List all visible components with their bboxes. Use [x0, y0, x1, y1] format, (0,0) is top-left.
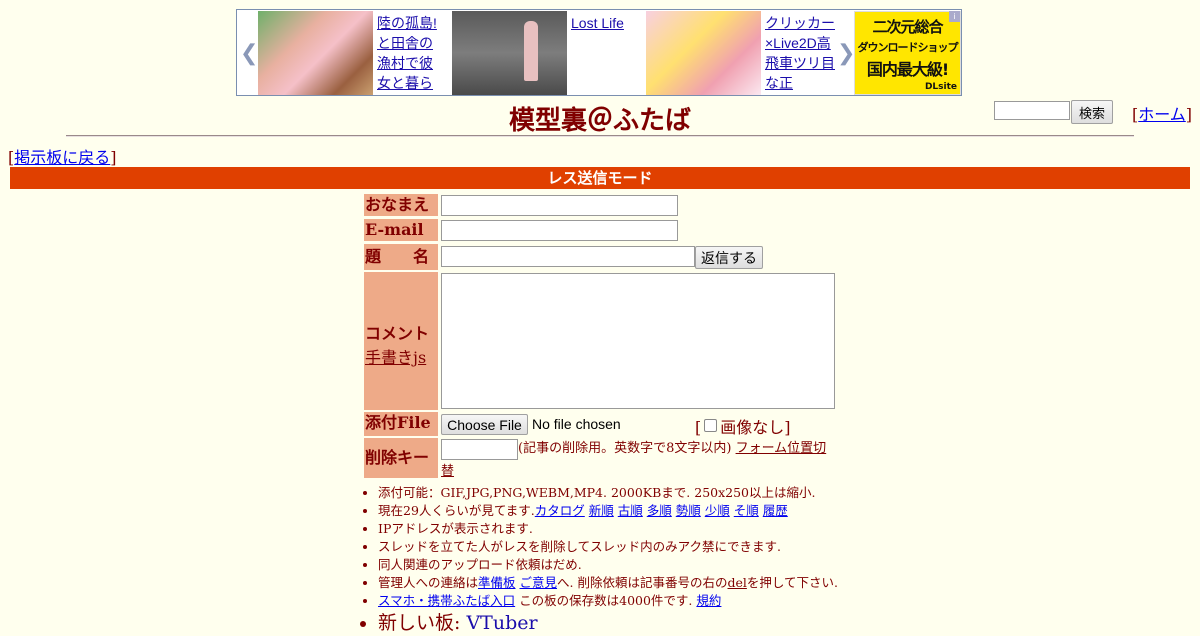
delete-key-input[interactable] [441, 439, 518, 460]
email-input[interactable] [441, 220, 678, 241]
list-item: スレッドを立てた人がレスを削除してスレッド内のみアク禁にできます. [378, 538, 838, 556]
sort-momentum-link[interactable]: 勢順 [676, 503, 701, 518]
mobile-entrance-link[interactable]: スマホ・携帯ふたば入口 [378, 593, 515, 608]
sort-so-link[interactable]: そ順 [734, 503, 759, 518]
submit-reply-button[interactable]: 返信する [695, 246, 763, 269]
no-image-checkbox[interactable] [704, 419, 718, 432]
ad-link-1[interactable]: 陸の孤島!と田舎の漁村で彼女と暮ら [377, 15, 437, 91]
back-to-board-link[interactable]: 掲示板に戻る [14, 148, 110, 167]
note-attach: 添付可能：GIF,JPG,PNG,WEBM,MP4. 2000KBまで. 250… [378, 485, 816, 500]
name-label: おなまえ [364, 194, 438, 216]
reply-mode-bar: レス送信モード [10, 167, 1190, 189]
sort-few-link[interactable]: 少順 [705, 503, 730, 518]
comment-label-cell: コメント 手書きjs [364, 272, 438, 410]
ad-link-3[interactable]: クリッカー×Live2D高飛車ツリ目な正 [765, 15, 835, 91]
subject-input[interactable] [441, 246, 695, 267]
subject-label: 題 名 [364, 244, 438, 270]
no-image-label: 画像なし [720, 418, 785, 437]
sort-old-link[interactable]: 古順 [618, 503, 643, 518]
note-thread-owner: スレッドを立てた人がレスを削除してスレッド内のみアク禁にできます. [378, 539, 781, 554]
dlsite-brand: DLsite [924, 82, 957, 92]
form-toggle-link[interactable]: フォーム位置切 [736, 441, 827, 456]
note-viewers: 現在29人くらいが見てます. [378, 503, 535, 518]
list-item: 添付可能：GIF,JPG,PNG,WEBM,MP4. 2000KBまで. 250… [378, 484, 838, 502]
name-input[interactable] [441, 195, 678, 216]
dlsite-line1: 二次元総合 [872, 18, 943, 36]
ad-info-icon[interactable]: i [949, 11, 960, 22]
sort-new-link[interactable]: 新順 [589, 503, 614, 518]
prep-board-link[interactable]: 準備板 [478, 575, 516, 590]
delete-key-label: 削除キー [364, 438, 438, 478]
catalog-link[interactable]: カタログ [535, 503, 585, 518]
ad-text-1[interactable]: 陸の孤島!と田舎の漁村で彼女と暮ら [377, 13, 443, 93]
back-nav: [掲示板に戻る] [8, 148, 117, 167]
note-contact-c: を押して下さい. [746, 575, 838, 590]
feedback-link[interactable]: ご意見 [520, 575, 558, 590]
note-del: del [727, 575, 747, 590]
handwrite-link[interactable]: 手書きjs [365, 348, 426, 367]
comment-label: コメント [365, 324, 430, 343]
list-item: 同人関連のアップロード依頼はだめ. [378, 556, 838, 574]
chevron-left-icon[interactable]: ❮ [240, 40, 258, 66]
dlsite-line2: ダウンロードショップ [857, 41, 959, 54]
choose-file-button[interactable]: Choose File [441, 414, 528, 435]
delete-key-hint: (記事の削除用。英数字で8文字以内) [518, 441, 732, 456]
email-label: E-mail [364, 219, 438, 241]
delete-key-note: (記事の削除用。英数字で8文字以内) フォーム位置切 [518, 441, 830, 457]
ad-thumbnail-2[interactable] [452, 11, 567, 95]
ad-link-2[interactable]: Lost Life [571, 15, 624, 31]
ad-thumbnail-1[interactable] [258, 11, 373, 95]
divider [66, 135, 1134, 137]
list-item: IPアドレスが表示されます. [378, 520, 838, 538]
ad-text-2[interactable]: Lost Life [571, 13, 641, 93]
list-item: 管理人への連絡は準備板 ご意見へ. 削除依頼は記事番号の右のdelを押して下さい… [378, 574, 838, 592]
note-doujin: 同人関連のアップロード依頼はだめ. [378, 557, 582, 572]
comment-textarea[interactable] [441, 273, 835, 409]
notes-list: 添付可能：GIF,JPG,PNG,WEBM,MP4. 2000KBまで. 250… [364, 484, 838, 636]
vtuber-board-link[interactable]: VTuber [466, 612, 537, 634]
no-file-text: No file chosen [532, 416, 621, 432]
chevron-right-icon[interactable]: ❯ [837, 40, 855, 66]
rules-link[interactable]: 規約 [696, 593, 721, 608]
ad-thumbnail-3[interactable] [646, 11, 761, 95]
history-link[interactable]: 履歴 [763, 503, 788, 518]
page-title: 模型裏＠ふたば [508, 106, 691, 136]
list-item: 現在29人くらいが見てます.カタログ 新順 古順 多順 勢順 少順 そ順 履歴 [378, 502, 838, 520]
new-board-prefix: 新しい板: [378, 612, 461, 634]
note-contact-b: へ. 削除依頼は記事番号の右の [557, 575, 728, 590]
form-toggle-cont: 替 [441, 460, 454, 479]
list-item: スマホ・携帯ふたば入口 この板の保存数は4000件です. 規約 [378, 592, 838, 610]
no-image-option[interactable]: [画像なし] [695, 414, 791, 438]
form-toggle-link-cont[interactable]: 替 [441, 464, 454, 479]
ad-text-3[interactable]: クリッカー×Live2D高飛車ツリ目な正 [765, 13, 837, 93]
dlsite-banner[interactable]: 二次元総合 ダウンロードショップ 国内最大級! DLsite [854, 11, 961, 95]
sort-many-link[interactable]: 多順 [647, 503, 672, 518]
note-ip: IPアドレスが表示されます. [378, 521, 533, 536]
note-storage: この板の保存数は4000件です. [519, 593, 693, 608]
figure-shape [524, 21, 538, 81]
list-item: 新しい板: VTuber [378, 610, 838, 636]
dlsite-line3: 国内最大級! [866, 60, 949, 79]
note-contact-a: 管理人への連絡は [378, 575, 479, 590]
file-label: 添付File [364, 412, 438, 436]
ad-banner[interactable]: ❮ 陸の孤島!と田舎の漁村で彼女と暮ら Lost Life クリッカー×Live… [236, 9, 962, 96]
